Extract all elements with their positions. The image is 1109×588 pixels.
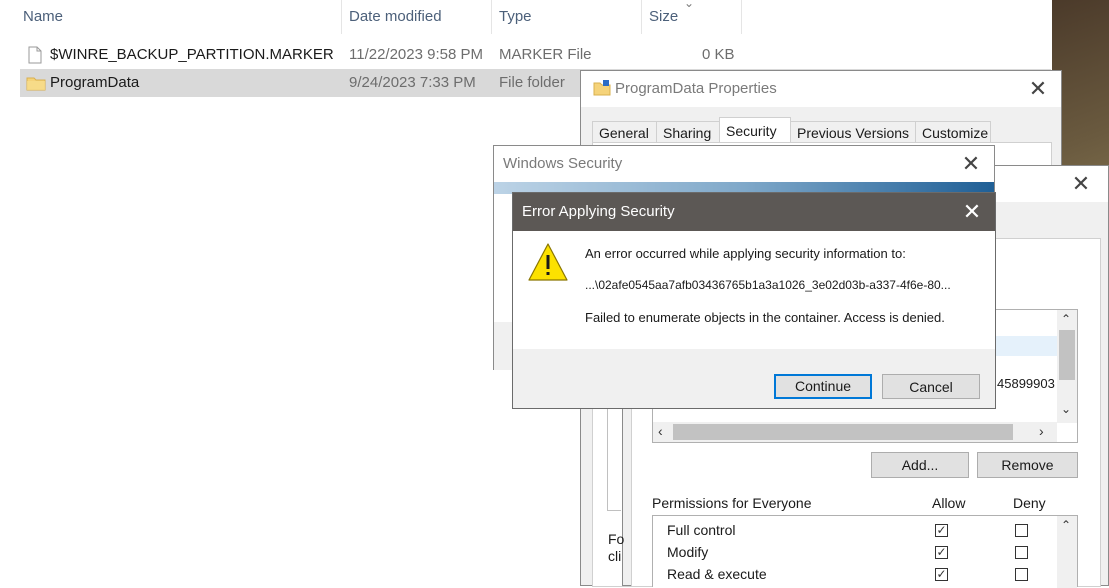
column-separator[interactable] bbox=[491, 0, 492, 34]
error-detail: Failed to enumerate objects in the conta… bbox=[585, 310, 945, 325]
file-name: $WINRE_BACKUP_PARTITION.MARKER bbox=[50, 46, 334, 63]
column-header-type[interactable]: Type bbox=[495, 0, 532, 34]
scrollbar-thumb[interactable] bbox=[1059, 330, 1075, 380]
folder-name: ProgramData bbox=[50, 74, 140, 91]
file-size: 0 KB bbox=[702, 46, 735, 63]
warning-icon bbox=[528, 243, 568, 281]
close-icon[interactable]: ✕ bbox=[948, 146, 994, 182]
tab-security[interactable]: Security bbox=[719, 117, 791, 143]
folder-type: File folder bbox=[499, 74, 565, 91]
properties-title: ProgramData Properties bbox=[615, 80, 777, 97]
deny-header: Deny bbox=[1013, 495, 1046, 511]
column-separator[interactable] bbox=[741, 0, 742, 34]
perm-label: Modify bbox=[667, 544, 709, 560]
tab-general[interactable]: General bbox=[592, 121, 657, 143]
folder-icon bbox=[593, 80, 611, 96]
folder-icon bbox=[26, 77, 46, 91]
deny-full-control-checkbox[interactable] bbox=[1015, 524, 1028, 537]
deny-read-execute-checkbox[interactable] bbox=[1015, 568, 1028, 581]
tab-customize[interactable]: Customize bbox=[915, 121, 991, 143]
windows-security-title: Windows Security bbox=[503, 155, 623, 172]
tab-previous-versions[interactable]: Previous Versions bbox=[790, 121, 916, 143]
text-fragment: Fo bbox=[608, 531, 625, 547]
error-dialog-title: Error Applying Security bbox=[522, 203, 675, 220]
deny-modify-checkbox[interactable] bbox=[1015, 546, 1028, 559]
sort-chevron-icon: ⌄ bbox=[684, 0, 695, 10]
error-message: An error occurred while applying securit… bbox=[585, 246, 906, 261]
close-icon[interactable]: ✕ bbox=[1015, 71, 1061, 107]
perm-label: Read & execute bbox=[667, 566, 767, 582]
allow-read-execute-checkbox[interactable]: ✓ bbox=[935, 568, 948, 581]
error-dialog-body: An error occurred while applying securit… bbox=[513, 231, 995, 349]
allow-header: Allow bbox=[932, 495, 966, 511]
permissions-for-label: Permissions for Everyone bbox=[652, 495, 812, 511]
cancel-button[interactable]: Cancel bbox=[882, 374, 980, 399]
allow-full-control-checkbox[interactable]: ✓ bbox=[935, 524, 948, 537]
column-separator[interactable] bbox=[641, 0, 642, 34]
vertical-scrollbar[interactable]: ⌃ ⌄ bbox=[1057, 310, 1077, 423]
permissions-list[interactable]: Full control ✓ Modify ✓ Read & execute ✓… bbox=[652, 515, 1078, 588]
error-dialog-footer: Continue Cancel bbox=[513, 349, 995, 408]
column-header-date[interactable]: Date modified bbox=[345, 0, 442, 34]
windows-security-titlebar[interactable]: Windows Security ✕ bbox=[494, 146, 994, 182]
chevron-down-icon[interactable]: ⌄ bbox=[1061, 402, 1071, 416]
file-type: MARKER File bbox=[499, 46, 592, 63]
text-fragment: cli bbox=[608, 548, 622, 564]
scrollbar-thumb[interactable] bbox=[673, 424, 1013, 440]
file-date: 11/22/2023 9:58 PM bbox=[349, 46, 483, 63]
add-button[interactable]: Add... bbox=[871, 452, 969, 478]
remove-button[interactable]: Remove bbox=[977, 452, 1078, 478]
file-icon bbox=[28, 46, 42, 64]
properties-titlebar[interactable]: ProgramData Properties ✕ bbox=[581, 71, 1061, 107]
column-separator[interactable] bbox=[341, 0, 342, 34]
list-item-fragment: 45899903 bbox=[997, 376, 1055, 391]
close-icon[interactable]: ✕ bbox=[949, 193, 995, 231]
chevron-up-icon[interactable]: ⌃ bbox=[1061, 312, 1071, 326]
folder-date: 9/24/2023 7:33 PM bbox=[349, 74, 476, 91]
chevron-right-icon[interactable]: › bbox=[1039, 423, 1044, 439]
error-path: ...\02afe0545aa7afb03436765b1a3a1026_3e0… bbox=[585, 278, 951, 292]
continue-button[interactable]: Continue bbox=[774, 374, 872, 399]
horizontal-scrollbar[interactable]: ‹ › bbox=[653, 422, 1057, 442]
error-dialog: Error Applying Security ✕ An error occur… bbox=[512, 192, 996, 409]
file-row[interactable]: $WINRE_BACKUP_PARTITION.MARKER 11/22/202… bbox=[20, 41, 1051, 69]
close-icon[interactable]: ✕ bbox=[1058, 166, 1104, 202]
chevron-left-icon[interactable]: ‹ bbox=[658, 423, 663, 439]
allow-modify-checkbox[interactable]: ✓ bbox=[935, 546, 948, 559]
chevron-up-icon[interactable]: ⌃ bbox=[1061, 518, 1071, 532]
error-dialog-titlebar[interactable]: Error Applying Security ✕ bbox=[513, 193, 995, 231]
column-header-size[interactable]: Size bbox=[645, 0, 678, 34]
column-header-name[interactable]: Name bbox=[19, 0, 63, 34]
tab-sharing[interactable]: Sharing bbox=[656, 121, 720, 143]
vertical-scrollbar[interactable]: ⌃ bbox=[1057, 516, 1077, 588]
perm-label: Full control bbox=[667, 522, 736, 538]
